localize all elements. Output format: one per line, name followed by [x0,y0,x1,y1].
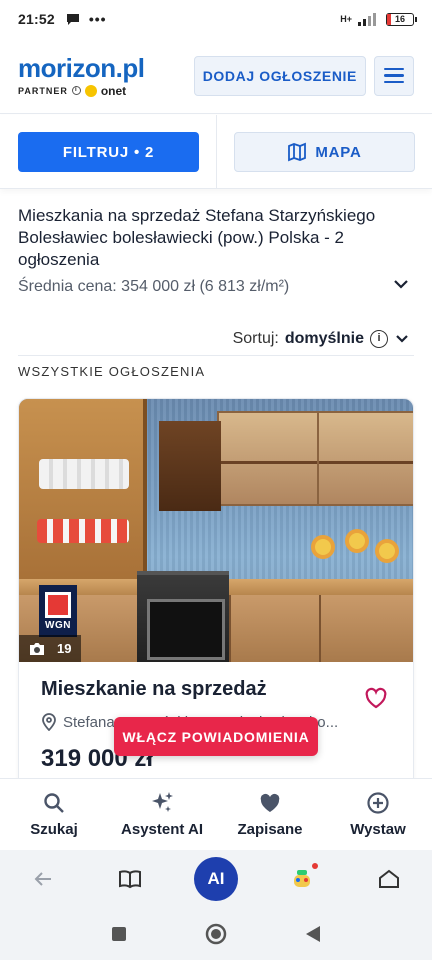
games-button[interactable] [280,857,324,901]
home-icon [378,869,399,888]
agency-logo-mark [45,591,71,618]
nav-saved[interactable]: Zapisane [216,779,324,850]
signal-icon [358,13,376,26]
all-listings-label: WSZYSTKIE OGŁOSZENIA [18,364,206,379]
photo-tile-flowers [309,529,399,569]
filter-divider [216,115,217,189]
partner-label: PARTNER [18,85,68,96]
nav-post[interactable]: Wystaw [324,779,432,850]
filter-bar: FILTRUJ • 2 MAPA [0,115,432,189]
battery-level: 16 [394,13,405,24]
nav-saved-label: Zapisane [237,821,303,838]
filter-button[interactable]: FILTRUJ • 2 [18,132,199,172]
partner-info-icon[interactable]: i [71,86,81,95]
more-dots-icon: ••• [88,11,107,27]
sort-chevron-down-icon [396,335,408,343]
menu-line [384,67,404,71]
sparkle-icon [152,792,173,812]
ai-button[interactable]: AI [193,857,238,901]
battery-icon: 16 [386,12,417,26]
results-title: Mieszkania na sprzedaż Stefana Starzyńsk… [18,206,376,269]
arrow-left-icon [34,872,52,886]
photo-upper-cabinets [217,411,413,506]
nav-ai-label: Asystent AI [121,821,203,838]
map-button[interactable]: MAPA [234,132,415,172]
ai-badge: AI [193,857,238,901]
game-controller-icon [294,870,311,887]
photo-count-badge: 19 [19,635,82,662]
chat-bubble-icon [66,14,79,25]
sort-control[interactable]: Sortuj: domyślnie i [233,330,410,348]
photo-shelf [19,399,147,609]
reader-button[interactable] [108,857,152,901]
photo-plates [39,459,129,489]
status-bar: 21:52 ••• H+ 16 [0,0,432,38]
recents-icon[interactable] [111,926,127,942]
listing-photo[interactable]: WGN 19 [19,399,413,662]
android-nav-bar [0,908,432,960]
chevron-down-icon[interactable] [392,275,410,293]
partner-line: PARTNER i onet [18,84,144,98]
home-circle-icon[interactable] [205,923,227,945]
network-type: H+ [340,14,352,24]
section-divider [18,355,414,356]
sort-value: domyślnie [284,330,364,347]
photo-count: 19 [57,641,72,656]
app-bottom-nav: Szukaj Asystent AI Zapisane Wystaw [0,778,432,850]
nav-ai-assistant[interactable]: Asystent AI [108,779,216,850]
camera-icon [30,642,44,655]
map-button-label: MAPA [315,143,362,161]
average-price: Średnia cena: 354 000 zł (6 813 zł/m²) [18,278,290,295]
status-right: H+ 16 [340,12,417,26]
menu-line [384,74,404,77]
menu-line [384,80,404,84]
search-icon [44,793,64,813]
logo-text: morizon.pl [18,52,145,83]
status-notification-icons: ••• [65,11,107,27]
home-button[interactable] [367,857,411,901]
back-triangle-icon[interactable] [305,925,321,943]
nav-post-label: Wystaw [350,821,406,838]
back-button[interactable] [21,857,65,901]
photo-stove [137,571,229,662]
book-icon [118,870,141,889]
status-time: 21:52 [18,11,55,27]
agency-logo-text: WGN [45,619,71,631]
location-pin-icon [42,713,56,731]
site-header: morizon.pl PARTNER i onet DODAJ OGŁOSZEN… [0,38,432,114]
heart-filled-icon [260,793,280,812]
agency-logo: WGN [39,585,77,637]
sort-label: Sortuj: [232,330,279,347]
photo-plates [37,519,129,543]
browser-toolbar: AI [0,850,432,908]
morizon-logo[interactable]: morizon.pl PARTNER i onet [18,52,145,98]
info-icon[interactable]: i [370,330,388,348]
photo-hood [159,421,221,511]
nav-search[interactable]: Szukaj [0,779,108,850]
plus-circle-icon [367,792,389,814]
partner-brand: onet [100,83,127,98]
heart-icon[interactable] [363,686,389,710]
onet-logo-icon [84,84,97,97]
add-listing-button[interactable]: DODAJ OGŁOSZENIE [193,55,366,96]
notification-dot [312,863,319,869]
results-title-block: Mieszkania na sprzedaż Stefana Starzyńsk… [18,205,414,271]
map-icon [288,142,307,162]
listing-title[interactable]: Mieszkanie na sprzedaż [41,678,391,701]
enable-notifications-button[interactable]: WŁĄCZ POWIADOMIENIA [114,717,318,756]
hamburger-menu-button[interactable] [374,55,414,96]
nav-search-label: Szukaj [30,821,78,838]
